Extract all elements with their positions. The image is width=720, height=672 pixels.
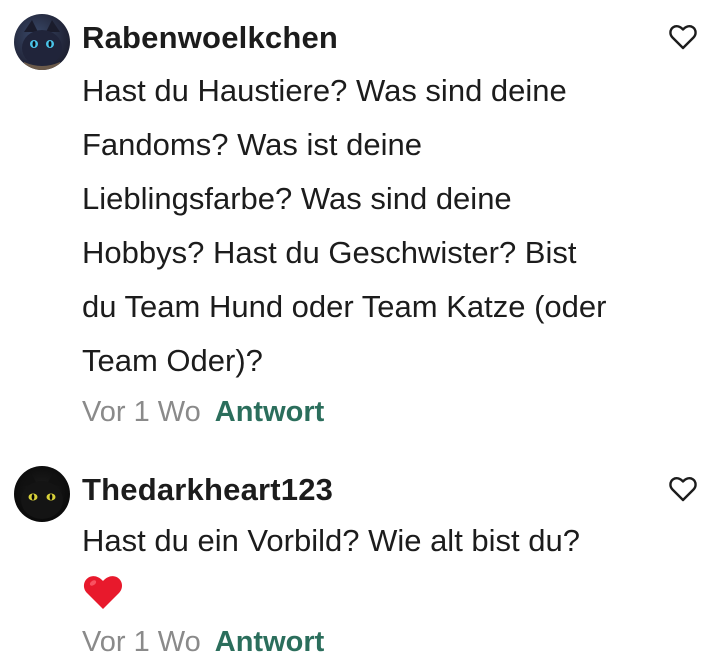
- reply-button[interactable]: Antwort: [215, 626, 325, 658]
- black-cat-avatar-icon: [21, 472, 63, 519]
- heart-outline-icon: [669, 24, 697, 50]
- heart-outline-icon: [669, 476, 697, 502]
- timestamp: Vor 1 Wo: [82, 396, 201, 428]
- comment-meta: Vor 1 Wo Antwort: [82, 624, 324, 660]
- avatar[interactable]: [14, 466, 70, 522]
- username[interactable]: Rabenwoelkchen: [82, 20, 338, 56]
- comment-meta: Vor 1 Wo Antwort: [82, 394, 324, 430]
- like-button[interactable]: [668, 474, 698, 504]
- timestamp: Vor 1 Wo: [82, 626, 201, 658]
- comment-text: Hast du ein Vorbild? Wie alt bist du?: [82, 523, 580, 558]
- avatar[interactable]: [14, 14, 70, 70]
- like-button[interactable]: [668, 22, 698, 52]
- username[interactable]: Thedarkheart123: [82, 472, 333, 508]
- red-heart-emoji: [82, 572, 124, 612]
- comment-text: Hast du Haustiere? Was sind deine Fandom…: [82, 73, 607, 378]
- reply-button[interactable]: Antwort: [215, 396, 325, 428]
- cat-avatar-icon: [22, 20, 62, 70]
